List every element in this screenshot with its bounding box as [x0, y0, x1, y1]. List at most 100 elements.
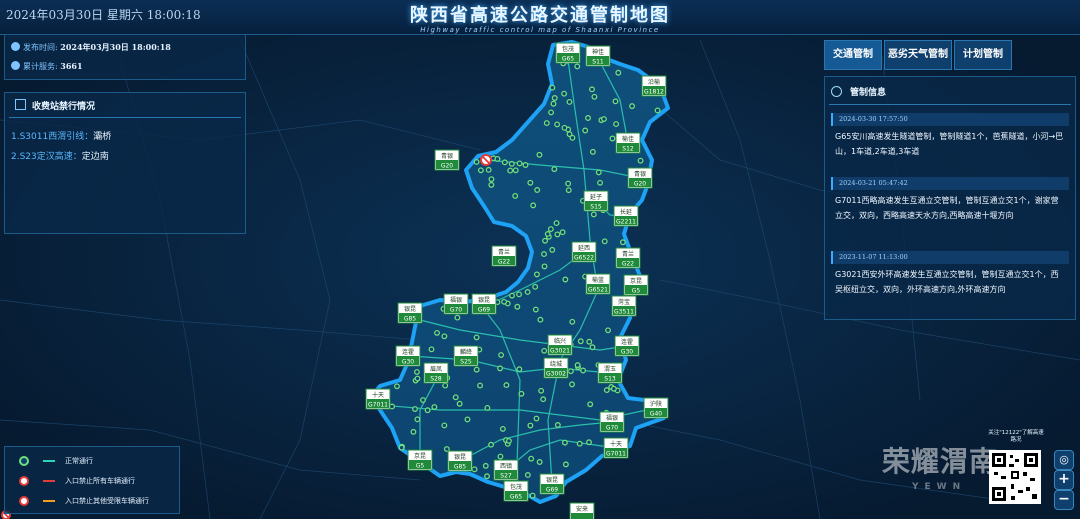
station-dot[interactable] [576, 440, 583, 447]
station-dot[interactable] [516, 160, 523, 167]
station-dot[interactable] [512, 167, 519, 174]
route-shield[interactable]: 银昆 G69 [471, 293, 497, 315]
station-dot[interactable] [637, 157, 644, 164]
station-dot[interactable] [509, 292, 515, 299]
station-dot[interactable] [597, 179, 603, 186]
station-dot[interactable] [547, 226, 554, 233]
station-dot[interactable] [549, 84, 556, 91]
route-shield[interactable]: 十天 G7011 [603, 437, 629, 459]
route-shield[interactable]: 福银 G70 [443, 293, 469, 315]
route-shield[interactable]: 沪陕 G40 [643, 397, 669, 419]
station-dot[interactable] [619, 239, 626, 246]
route-shield[interactable]: 京昆 G5 [407, 449, 433, 471]
station-dot[interactable] [609, 135, 616, 142]
station-dot[interactable] [533, 415, 540, 422]
station-dot[interactable] [601, 238, 608, 245]
route-shield[interactable]: 包茂 G65 [555, 42, 581, 64]
station-dot[interactable] [580, 367, 587, 374]
route-shield[interactable]: 临兴 G3021 [547, 334, 573, 356]
route-shield[interactable]: 连霍 G30 [614, 335, 640, 357]
route-shield[interactable]: 渭玉 S13 [597, 362, 623, 384]
station-dot[interactable] [538, 387, 545, 394]
station-dot[interactable] [605, 327, 612, 334]
station-dot[interactable] [394, 383, 400, 390]
station-dot[interactable] [488, 441, 494, 448]
station-dot[interactable] [484, 473, 490, 480]
station-dot[interactable] [464, 416, 471, 423]
station-dot[interactable] [524, 472, 531, 478]
station-dot[interactable] [541, 263, 548, 270]
qr-code[interactable] [989, 450, 1041, 504]
control-record[interactable]: 2023-11-07 11:13:00 G3021西安外环高速发生互通立交管制，… [831, 251, 1069, 297]
station-dot[interactable] [569, 318, 576, 325]
route-shield[interactable]: 京昆 G5 [623, 274, 649, 296]
station-dot[interactable] [569, 381, 576, 388]
station-dot[interactable] [543, 120, 550, 127]
station-dot[interactable] [501, 298, 508, 305]
station-dot[interactable] [514, 303, 521, 310]
station-dot[interactable] [484, 404, 491, 411]
route-shield[interactable]: 榆蓝 G6521 [585, 273, 611, 295]
station-dot[interactable] [473, 159, 480, 165]
station-dot[interactable] [551, 166, 558, 173]
station-dot[interactable] [582, 127, 589, 134]
station-dot[interactable] [561, 439, 568, 446]
zoom-in-button[interactable]: + [1054, 470, 1074, 490]
station-dot[interactable] [569, 134, 576, 141]
station-dot[interactable] [532, 283, 539, 290]
station-dot[interactable] [527, 179, 534, 186]
station-dot[interactable] [629, 103, 636, 110]
station-dot[interactable] [541, 251, 547, 258]
station-dot[interactable] [473, 334, 480, 341]
station-dot[interactable] [551, 95, 558, 101]
control-record[interactable]: 2024-03-30 17:57:50 G65安川高速发生隧道管制，管制隧道1个… [831, 113, 1069, 159]
station-dot[interactable] [497, 453, 504, 460]
station-dot[interactable] [549, 246, 556, 253]
station-dot[interactable] [574, 362, 581, 369]
station-dot[interactable] [544, 231, 551, 237]
station-dot[interactable] [398, 444, 405, 451]
station-dot[interactable] [482, 462, 489, 469]
station-dot[interactable] [431, 404, 438, 410]
station-dot[interactable] [524, 289, 531, 295]
route-shield[interactable]: 神佳 S11 [585, 45, 611, 67]
station-dot[interactable] [424, 407, 431, 414]
route-shield[interactable]: 青兰 G22 [615, 247, 641, 269]
station-dot[interactable] [527, 422, 534, 429]
station-dot[interactable] [456, 400, 463, 407]
station-dot[interactable] [532, 306, 539, 313]
route-shield[interactable]: 包茂 G65 [503, 480, 529, 502]
station-dot[interactable] [612, 98, 619, 105]
station-dot[interactable] [589, 86, 595, 93]
station-dot[interactable] [613, 121, 620, 128]
zoom-out-button[interactable]: − [1054, 490, 1074, 510]
station-dot[interactable] [603, 387, 610, 394]
station-dot[interactable] [561, 90, 568, 97]
station-dot[interactable] [507, 167, 514, 174]
station-dot[interactable] [533, 271, 540, 278]
station-dot[interactable] [516, 291, 523, 298]
station-dot[interactable] [488, 176, 495, 183]
locate-button[interactable]: ◎ [1054, 450, 1074, 470]
station-dot[interactable] [528, 455, 535, 462]
station-dot[interactable] [541, 347, 548, 354]
station-dot[interactable] [488, 181, 495, 188]
station-dot[interactable] [477, 167, 484, 174]
station-dot[interactable] [414, 375, 421, 382]
route-shield[interactable]: 青兰 G22 [491, 245, 517, 267]
station-dot[interactable] [477, 382, 484, 389]
station-dot[interactable] [410, 428, 417, 435]
station-dot[interactable] [454, 314, 461, 321]
station-dot[interactable] [595, 169, 602, 176]
control-record[interactable]: 2024-03-21 05:47:42 G7011西略高速发生互通立交管制，管制… [831, 177, 1069, 223]
station-dot[interactable] [530, 202, 537, 209]
station-dot[interactable] [542, 237, 548, 244]
station-dot[interactable] [601, 116, 607, 122]
station-dot[interactable] [590, 211, 597, 218]
station-dot[interactable] [442, 382, 449, 389]
route-shield[interactable]: 青银 G20 [627, 167, 653, 189]
restricted-marker[interactable] [480, 154, 492, 166]
station-dot[interactable] [585, 115, 591, 121]
tab-traffic-control[interactable]: 交通管制 [824, 40, 882, 70]
station-dot[interactable] [554, 231, 561, 238]
